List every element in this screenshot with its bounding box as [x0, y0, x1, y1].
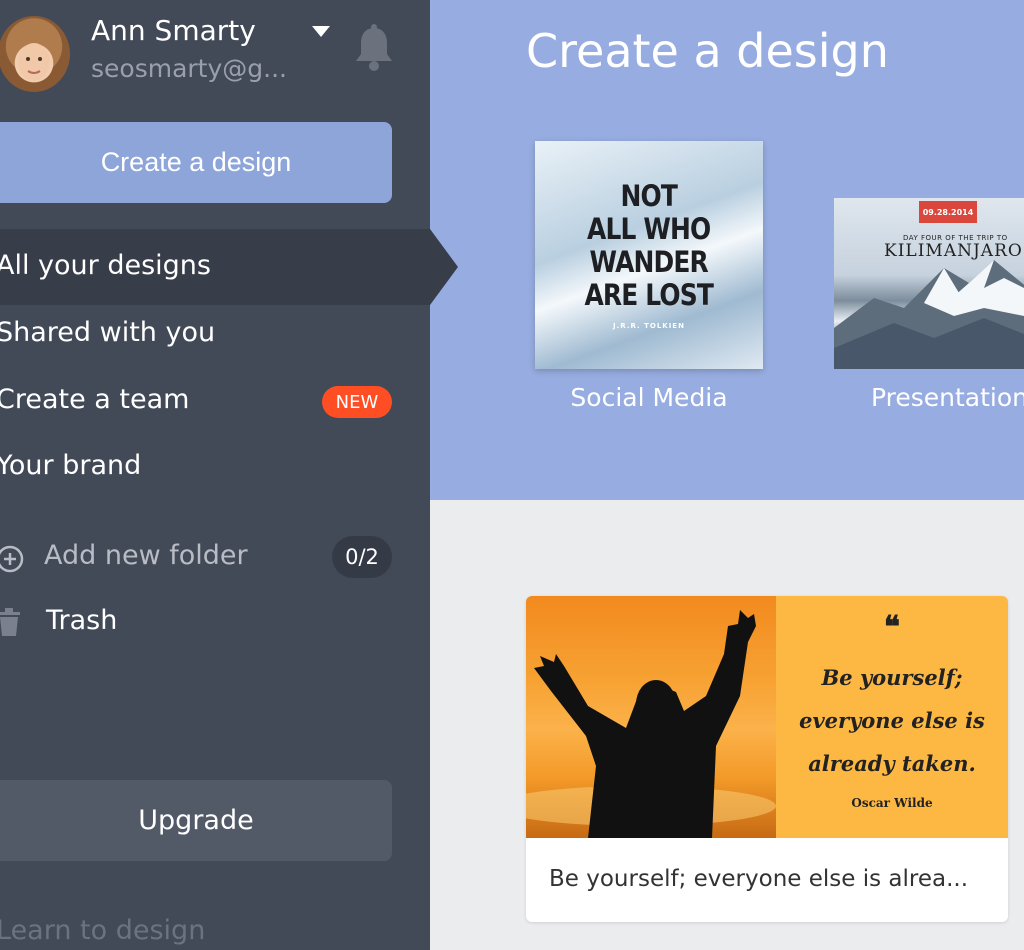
upgrade-button[interactable]: Upgrade — [0, 780, 392, 861]
design-card-photo — [526, 596, 776, 838]
nav-item-shared[interactable]: Shared with you — [0, 317, 215, 348]
social-media-label[interactable]: Social Media — [535, 383, 763, 412]
nav-item-create-team[interactable]: Create a team — [0, 384, 189, 415]
social-media-thumb-author: J.R.R. TOLKIEN — [613, 322, 685, 330]
design-card[interactable]: ❝ Be yourself; everyone else is already … — [526, 596, 1008, 922]
social-media-template[interactable]: NOT ALL WHO WANDER ARE LOST J.R.R. TOLKI… — [535, 141, 763, 369]
presentation-template[interactable]: 09.28.2014 DAY FOUR OF THE TRIP TO KILIM… — [834, 198, 1024, 369]
nav-item-all-designs[interactable]: All your designs — [0, 250, 211, 281]
social-media-thumb-text: NOT ALL WHO WANDER ARE LOST — [584, 179, 714, 312]
trash-icon[interactable] — [0, 608, 20, 636]
quote-text: Be yourself; everyone else is already ta… — [799, 665, 985, 776]
avatar[interactable] — [0, 16, 70, 92]
presentation-thumb-title: KILIMANJARO — [884, 241, 1023, 261]
folder-count-badge: 0/2 — [332, 536, 392, 578]
add-folder-link[interactable]: Add new folder — [44, 540, 248, 571]
active-nav-pointer — [430, 229, 458, 305]
create-design-button[interactable]: Create a design — [0, 122, 392, 203]
quote-author: Oscar Wilde — [851, 796, 933, 810]
caret-down-icon[interactable] — [312, 26, 330, 37]
presentation-thumb-date: 09.28.2014 — [919, 201, 977, 223]
learn-to-design-link[interactable]: Learn to design — [0, 915, 205, 946]
bell-icon[interactable] — [352, 24, 396, 72]
trash-link[interactable]: Trash — [46, 605, 117, 636]
presentation-label[interactable]: Presentation — [871, 383, 1024, 412]
user-name: Ann Smarty — [91, 14, 256, 47]
sidebar: Ann Smarty seosmarty@g... Create a desig… — [0, 0, 430, 950]
design-card-title[interactable]: Be yourself; everyone else is alrea... — [549, 866, 968, 892]
user-email: seosmarty@g... — [91, 54, 287, 83]
new-badge: NEW — [322, 386, 392, 418]
page-title: Create a design — [526, 24, 889, 78]
plus-circle-icon[interactable] — [0, 545, 24, 573]
quote-mark-icon: ❝ — [883, 610, 901, 645]
design-card-quote: ❝ Be yourself; everyone else is already … — [776, 596, 1008, 838]
create-design-panel: Create a design NOT ALL WHO WANDER ARE L… — [430, 0, 1024, 500]
nav-item-brand[interactable]: Your brand — [0, 450, 141, 481]
